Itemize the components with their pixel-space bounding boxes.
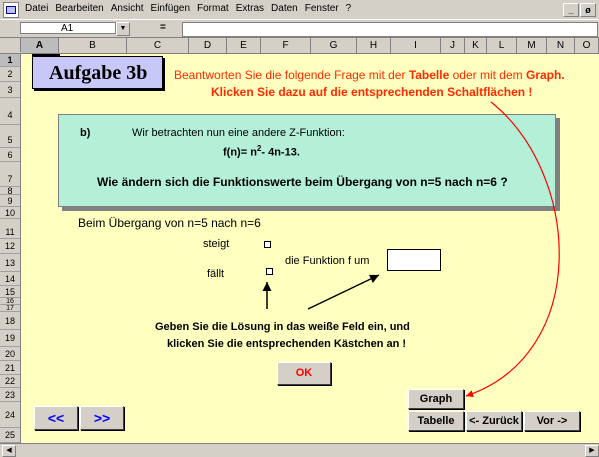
select-all-corner[interactable] xyxy=(0,38,21,52)
row-header-20[interactable]: 20 xyxy=(0,347,20,361)
hint-line-1: Geben Sie die Lösung in das weiße Feld e… xyxy=(155,321,410,333)
workbook-icon[interactable] xyxy=(3,2,19,18)
row-header-25[interactable]: 25 xyxy=(0,428,20,443)
row-header-12[interactable]: 12 xyxy=(0,239,20,254)
graph-button[interactable]: Graph xyxy=(408,389,464,409)
menu-extras[interactable]: Extras xyxy=(233,3,268,14)
horizontal-scrollbar[interactable]: ◀ ▶ xyxy=(0,443,599,457)
column-header-i[interactable]: I xyxy=(391,38,441,53)
row-header-13[interactable]: 13 xyxy=(0,254,20,272)
column-header-e[interactable]: E xyxy=(227,38,261,53)
formula-equals-button[interactable]: = xyxy=(160,22,166,33)
column-header-f[interactable]: F xyxy=(261,38,311,53)
row-header-14[interactable]: 14 xyxy=(0,272,20,286)
column-header-d[interactable]: D xyxy=(189,38,227,53)
column-header-o[interactable]: O xyxy=(575,38,599,53)
row-header-7[interactable]: 7 xyxy=(0,162,20,187)
column-header-a[interactable]: A xyxy=(21,38,59,53)
column-header-n[interactable]: N xyxy=(547,38,575,53)
column-header-b[interactable]: B xyxy=(59,38,127,53)
window-controls: _ ø xyxy=(563,3,596,17)
row-header-6[interactable]: 6 xyxy=(0,148,20,162)
column-header-j[interactable]: J xyxy=(441,38,465,53)
worksheet: Aufgabe 3b Beantworten Sie die folgende … xyxy=(21,54,599,443)
row-header-10[interactable]: 10 xyxy=(0,207,20,219)
menu-bearbeiten[interactable]: Bearbeiten xyxy=(52,3,107,14)
arrow-to-answer-field xyxy=(307,274,380,310)
row-header-16[interactable]: 16 xyxy=(0,298,20,305)
column-header-l[interactable]: L xyxy=(487,38,517,53)
row-header-19[interactable]: 19 xyxy=(0,330,20,347)
column-header-h[interactable]: H xyxy=(357,38,391,53)
restore-button[interactable]: ø xyxy=(580,3,596,17)
menu-daten[interactable]: Daten xyxy=(268,3,302,14)
row-header-1[interactable]: 1 xyxy=(0,54,20,67)
row-header-15[interactable]: 15 xyxy=(0,286,20,298)
table-button[interactable]: Tabelle xyxy=(408,411,464,431)
row-header-24[interactable]: 24 xyxy=(0,402,20,428)
column-header-k[interactable]: K xyxy=(465,38,487,53)
row-header-8[interactable]: 8 xyxy=(0,187,20,196)
row-header-2[interactable]: 2 xyxy=(0,67,20,82)
column-header: A B C D E F G H I J K L M N O xyxy=(0,38,599,54)
row-header-21[interactable]: 21 xyxy=(0,361,20,375)
row-header: 1 2 3 4 5 6 7 8 9 10 11 12 13 14 15 16 1… xyxy=(0,54,21,443)
hint-line-2: klicken Sie die entsprechenden Kästchen … xyxy=(167,338,407,350)
row-header-5[interactable]: 5 xyxy=(0,125,20,148)
formula-input[interactable] xyxy=(182,22,598,37)
first-page-button[interactable]: << xyxy=(34,406,78,430)
menu-help[interactable]: ? xyxy=(343,3,356,14)
menu-ansicht[interactable]: Ansicht xyxy=(108,3,148,14)
menu-einfuegen[interactable]: Einfügen xyxy=(148,3,194,14)
row-header-11[interactable]: 11 xyxy=(0,219,20,239)
scroll-left-icon[interactable]: ◀ xyxy=(2,445,16,457)
menu-fenster[interactable]: Fenster xyxy=(302,3,343,14)
forward-button[interactable]: Vor -> xyxy=(524,411,580,431)
row-header-23[interactable]: 23 xyxy=(0,388,20,402)
minimize-button[interactable]: _ xyxy=(563,3,579,17)
row-header-18[interactable]: 18 xyxy=(0,312,20,330)
arrow-to-graph-button xyxy=(465,101,560,398)
column-header-g[interactable]: G xyxy=(311,38,357,53)
menu-format[interactable]: Format xyxy=(194,3,233,14)
ok-button[interactable]: OK xyxy=(277,362,331,385)
row-header-22[interactable]: 22 xyxy=(0,375,20,388)
menu-items: Datei Bearbeiten Ansicht Einfügen Format… xyxy=(22,3,355,14)
menu-datei[interactable]: Datei xyxy=(22,3,52,14)
column-header-c[interactable]: C xyxy=(127,38,189,53)
row-header-17[interactable]: 17 xyxy=(0,305,20,312)
name-box[interactable]: A1 xyxy=(20,22,116,34)
scroll-right-icon[interactable]: ▶ xyxy=(585,445,599,457)
row-header-9[interactable]: 9 xyxy=(0,195,20,207)
next-page-button[interactable]: >> xyxy=(80,406,124,430)
chevron-down-icon[interactable]: ▼ xyxy=(116,22,130,36)
column-header-m[interactable]: M xyxy=(517,38,547,53)
row-header-4[interactable]: 4 xyxy=(0,98,20,125)
menu-bar: Datei Bearbeiten Ansicht Einfügen Format… xyxy=(0,0,599,20)
row-header-3[interactable]: 3 xyxy=(0,82,20,98)
back-button[interactable]: <- Zurück xyxy=(466,411,522,431)
formula-bar: A1 ▼ = xyxy=(0,20,599,38)
